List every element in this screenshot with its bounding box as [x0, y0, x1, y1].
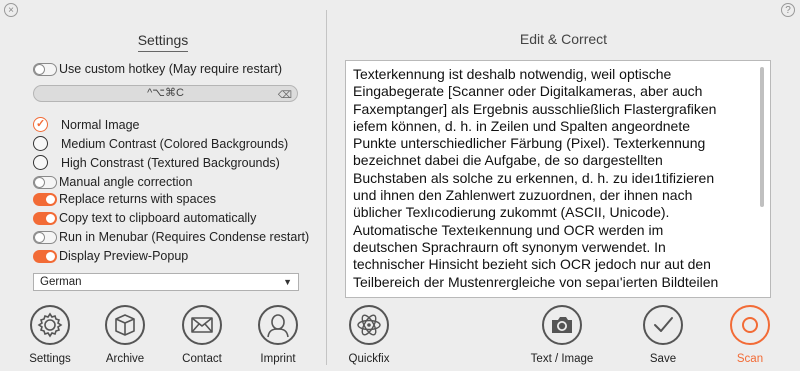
- close-icon[interactable]: ×: [4, 3, 18, 17]
- edit-correct-title: Edit & Correct: [519, 31, 608, 47]
- language-select-value: German: [40, 276, 82, 288]
- option-label: High Constrast (Textured Backgrounds): [61, 156, 280, 170]
- save-button-label: Save: [649, 353, 677, 365]
- option-label: Copy text to clipboard automatically: [59, 211, 257, 225]
- person-icon: [267, 314, 289, 338]
- quickfix-button[interactable]: [349, 305, 389, 345]
- option-label: Use custom hotkey (May require restart): [59, 62, 282, 76]
- settings-button-circle[interactable]: [30, 305, 70, 345]
- hotkey-field[interactable]: ^⌥⌘C ⌫: [33, 85, 298, 102]
- scan-button-circle[interactable]: [730, 305, 770, 345]
- contact-button-circle[interactable]: [182, 305, 222, 345]
- toggle-switch-on[interactable]: [33, 212, 57, 225]
- toggle-switch[interactable]: [33, 176, 57, 189]
- camera-icon: [552, 317, 572, 333]
- save-button[interactable]: [643, 305, 683, 345]
- option-label: Normal Image: [61, 118, 140, 132]
- scan-button-label: Scan: [736, 353, 764, 365]
- toggle-switch-on[interactable]: [33, 193, 57, 206]
- hotkey-value: ^⌥⌘C: [147, 87, 184, 99]
- ocr-text-area[interactable]: Texterkennung ist deshalb notwendig, wei…: [345, 60, 771, 298]
- imprint-button[interactable]: [258, 305, 298, 345]
- atom-icon: [357, 314, 381, 336]
- radio-button[interactable]: [33, 136, 48, 151]
- scan-icon: [742, 317, 758, 333]
- settings-title-text: Settings: [137, 32, 189, 52]
- checkmark-icon: [654, 317, 673, 332]
- radio-button-selected[interactable]: [33, 117, 48, 132]
- toggle-switch[interactable]: [33, 231, 57, 244]
- language-select[interactable]: German ▼: [33, 273, 299, 291]
- imprint-button-circle[interactable]: [258, 305, 298, 345]
- settings-button[interactable]: [30, 305, 70, 345]
- ocr-text[interactable]: Texterkennung ist deshalb notwendig, wei…: [346, 61, 770, 291]
- archive-button-circle[interactable]: [105, 305, 145, 345]
- clear-hotkey-icon[interactable]: ⌫: [278, 88, 292, 103]
- imprint-button-label: Imprint: [260, 353, 296, 365]
- contact-button[interactable]: [182, 305, 222, 345]
- gear-icon: [37, 312, 63, 338]
- quickfix-button-label: Quickfix: [348, 353, 390, 365]
- contact-button-label: Contact: [182, 353, 222, 365]
- option-label: Manual angle correction: [59, 175, 193, 189]
- radio-button[interactable]: [33, 155, 48, 170]
- text-image-button-circle[interactable]: [542, 305, 582, 345]
- text-image-button[interactable]: [542, 305, 582, 345]
- archive-button[interactable]: [105, 305, 145, 345]
- panel-divider: [326, 10, 327, 365]
- scan-button[interactable]: [730, 305, 770, 345]
- option-label: Run in Menubar (Requires Condense restar…: [59, 230, 310, 244]
- toggle-switch[interactable]: [33, 63, 57, 76]
- settings-button-label: Settings: [29, 353, 71, 365]
- box-icon: [115, 314, 135, 336]
- option-label: Replace returns with spaces: [59, 192, 217, 206]
- save-button-circle[interactable]: [643, 305, 683, 345]
- option-label: Display Preview-Popup: [59, 249, 189, 263]
- envelope-icon: [191, 317, 213, 333]
- text-image-button-label: Text / Image: [530, 353, 594, 365]
- archive-button-label: Archive: [105, 353, 145, 365]
- option-label: Medium Contrast (Colored Backgrounds): [61, 137, 289, 151]
- help-icon[interactable]: ?: [781, 3, 795, 17]
- quickfix-button-circle[interactable]: [349, 305, 389, 345]
- settings-title: Settings: [0, 32, 326, 52]
- text-scrollbar[interactable]: [760, 67, 764, 207]
- chevron-down-icon: ▼: [283, 277, 292, 287]
- toggle-switch-on[interactable]: [33, 250, 57, 263]
